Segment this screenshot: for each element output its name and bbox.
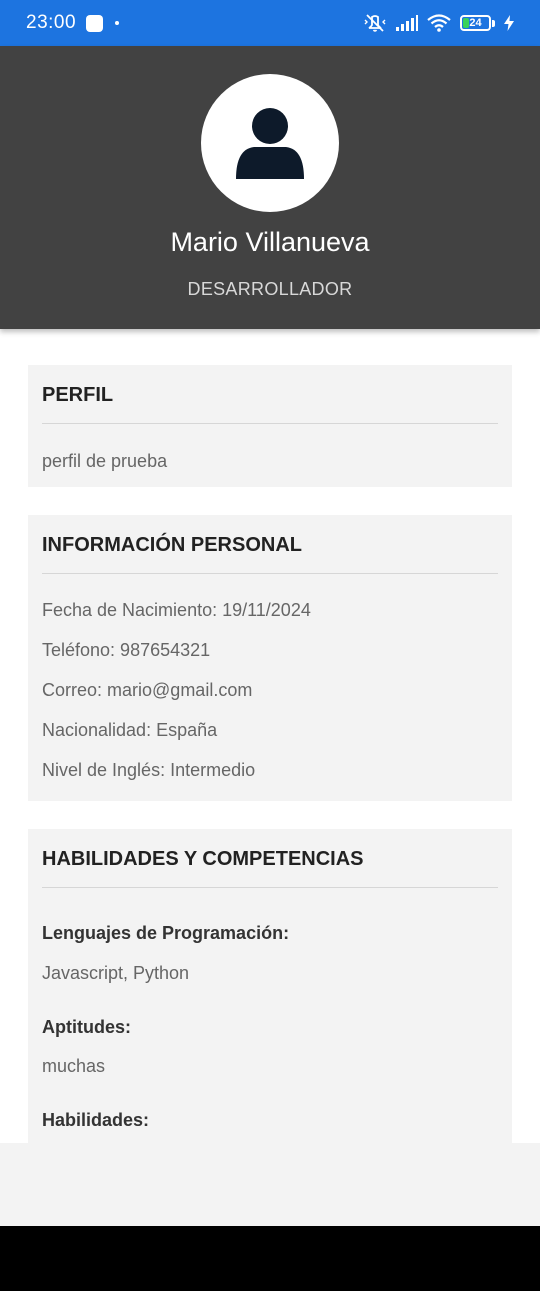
abilities-label: Habilidades: [42, 1110, 150, 1130]
profile-header: Mario Villanueva DESARROLLADOR [0, 46, 540, 329]
profile-role: DESARROLLADOR [187, 279, 353, 299]
charging-bolt-icon [504, 15, 514, 31]
languages-value: Javascript, Python [42, 963, 190, 983]
nationality: Nacionalidad: España [42, 720, 218, 740]
signal-icon [396, 15, 418, 31]
aptitudes-value: muchas [42, 1056, 106, 1076]
dot-icon [115, 21, 120, 25]
avatar [201, 74, 339, 212]
battery-level: 24 [469, 17, 482, 29]
status-bar: 23:00 24 [0, 0, 540, 46]
status-right: 24 [363, 13, 514, 33]
perfil-card: PERFIL perfil de prueba [28, 365, 512, 487]
phone: Teléfono: 987654321 [42, 640, 211, 660]
skills-title: HABILIDADES Y COMPETENCIAS [42, 829, 498, 888]
perfil-title: PERFIL [42, 365, 498, 424]
battery-fill [463, 18, 469, 28]
profile-name: Mario Villanueva [170, 227, 370, 257]
battery-icon: 24 [460, 15, 495, 31]
mute-vibrate-icon [364, 14, 386, 32]
aptitudes-label: Aptitudes: [42, 1017, 131, 1037]
user-silhouette-icon [236, 108, 304, 179]
personal-info-card: INFORMACIÓN PERSONAL Fecha de Nacimiento… [28, 515, 512, 801]
skills-card: HABILIDADES Y COMPETENCIAS Lenguajes de … [28, 829, 512, 1143]
notification-square-icon [86, 14, 104, 32]
status-left: 23:00 [26, 12, 120, 34]
bottom-area [0, 1143, 540, 1226]
languages-label: Lenguajes de Programación: [42, 923, 290, 943]
navigation-bar [0, 1226, 540, 1291]
battery-cap [492, 19, 495, 27]
battery-body: 24 [460, 15, 491, 31]
personal-info-title: INFORMACIÓN PERSONAL [42, 515, 498, 574]
perfil-text: perfil de prueba [42, 451, 168, 471]
email: Correo: mario@gmail.com [42, 680, 253, 700]
status-time: 23:00 [26, 12, 77, 33]
birth-date: Fecha de Nacimiento: 19/11/2024 [42, 600, 311, 620]
wifi-icon [427, 14, 451, 32]
english-level: Nivel de Inglés: Intermedio [42, 760, 256, 780]
